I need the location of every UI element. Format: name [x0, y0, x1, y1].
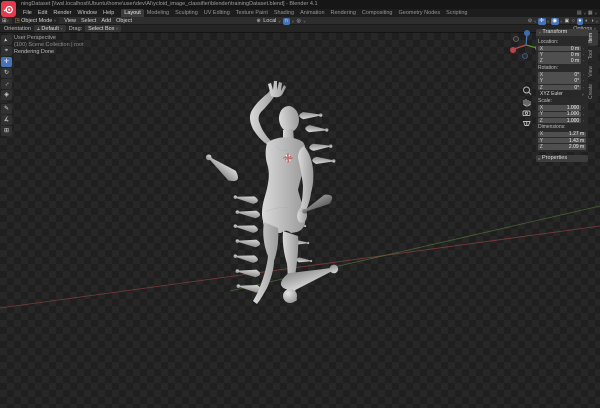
location-label: Location:: [538, 39, 586, 46]
rotation-x-field[interactable]: X0°: [538, 72, 581, 78]
tool-move[interactable]: ✛: [1, 57, 12, 67]
tool-measure[interactable]: ∡: [1, 115, 12, 125]
juggling-club[interactable]: [235, 267, 260, 278]
lock-icon[interactable]: ◦: [581, 52, 586, 58]
rotation-label: Rotation:: [538, 65, 586, 72]
tool-cursor[interactable]: ⌖: [1, 46, 12, 56]
collection-object-path: (100) Scene Collection | root: [14, 42, 84, 49]
rotation-y-field[interactable]: Y0°: [538, 78, 581, 84]
axis-line-x: [0, 226, 600, 308]
floating-juggling-club[interactable]: [203, 151, 241, 185]
dimensions-label: Dimensions:: [538, 124, 586, 131]
scale-y-field[interactable]: Y1.000: [538, 112, 581, 118]
zoom-icon[interactable]: [524, 87, 532, 95]
juggling-club[interactable]: [235, 237, 260, 248]
lock-icon[interactable]: ◦: [581, 72, 586, 78]
rotation-z-field[interactable]: Z0°: [538, 85, 581, 91]
gizmo-z-axis[interactable]: [524, 30, 530, 36]
juggling-club[interactable]: [236, 282, 261, 293]
juggling-club[interactable]: [235, 208, 260, 219]
blender-logo-icon: [1, 1, 16, 17]
left-toolbar: ➤ ⌖ ✛ ↻ ↔ ◈ ✎ ∡ ⊞: [1, 35, 12, 136]
mannequin-head: [278, 105, 301, 133]
juggling-club[interactable]: [309, 142, 333, 151]
dimensions-y-field[interactable]: Y1.43 m: [538, 138, 586, 144]
lock-icon[interactable]: ◦: [581, 105, 586, 111]
juggling-ball[interactable]: [283, 289, 297, 303]
juggling-club[interactable]: [233, 222, 259, 233]
sidebar-tab-create[interactable]: Create: [588, 81, 598, 102]
lock-icon[interactable]: ◦: [581, 112, 586, 118]
location-z-field[interactable]: Z0 m: [538, 58, 581, 64]
sidebar-tab-tool[interactable]: Tool: [588, 47, 598, 62]
tool-annotate[interactable]: ✎: [1, 104, 12, 114]
transform-panel-header[interactable]: ˅ Transform: [536, 29, 588, 36]
sidebar-tab-item[interactable]: Item: [588, 30, 598, 46]
scale-z-field[interactable]: Z1.000: [538, 118, 581, 124]
expand-caret-icon: ▸: [539, 155, 541, 162]
gizmo-axis-neg[interactable]: [514, 37, 519, 42]
rotation-mode-dropdown[interactable]: XYZ Euler˅: [538, 91, 586, 97]
dimensions-z-field[interactable]: Z2.09 m: [538, 144, 586, 150]
viewport-nav-buttons: [523, 87, 531, 126]
dimensions-x-field[interactable]: X1.27 m: [538, 132, 586, 138]
scene-canvas: [0, 0, 600, 408]
perspective-toggle-icon[interactable]: [524, 122, 531, 126]
viewport-overlay-text: User Perspective (100) Scene Collection …: [14, 35, 84, 56]
properties-panel-header[interactable]: ▸ Properties: [536, 155, 588, 162]
juggling-club[interactable]: [305, 125, 329, 134]
tool-transform[interactable]: ◈: [1, 90, 12, 100]
lock-icon[interactable]: ◦: [581, 118, 586, 124]
n-panel-sidebar: ˅ Transform Location: X0 m◦ Y0 m◦ Z0 m◦ …: [536, 29, 588, 162]
tool-scale[interactable]: ↔: [1, 79, 12, 89]
scale-label: Scale:: [538, 98, 586, 105]
juggling-club[interactable]: [296, 257, 312, 263]
location-y-field[interactable]: Y0 m: [538, 52, 581, 58]
view-name: User Perspective: [14, 35, 84, 42]
juggling-club[interactable]: [312, 157, 335, 165]
gizmo-z-neg[interactable]: [523, 54, 528, 59]
sidebar-tab-view[interactable]: View: [588, 63, 598, 80]
gizmo-x-axis[interactable]: [510, 47, 516, 53]
sidebar-tabs: Item Tool View Create: [588, 30, 599, 102]
render-status: Rendering Done: [14, 49, 84, 56]
juggling-clubs-left: [233, 193, 262, 293]
mannequin-raised-arm: [250, 89, 277, 145]
camera-view-icon[interactable]: [523, 111, 530, 116]
transform-panel-body: Location: X0 m◦ Y0 m◦ Z0 m◦ Rotation: X0…: [536, 36, 588, 152]
tool-select-box[interactable]: ➤: [1, 35, 12, 45]
juggling-club[interactable]: [233, 193, 259, 204]
tool-add-cube[interactable]: ⊞: [1, 126, 12, 136]
pan-hand-icon[interactable]: [524, 99, 531, 106]
location-x-field[interactable]: X0 m: [538, 46, 581, 52]
scale-x-field[interactable]: X1.000: [538, 105, 581, 111]
juggling-club[interactable]: [233, 252, 259, 263]
collapse-caret-icon: ˅: [539, 29, 541, 36]
lock-icon[interactable]: ◦: [581, 85, 586, 91]
lock-icon[interactable]: ◦: [581, 58, 586, 64]
lock-icon[interactable]: ◦: [581, 46, 586, 52]
lock-icon[interactable]: ◦: [581, 78, 586, 84]
juggling-club[interactable]: [299, 111, 322, 119]
tool-rotate[interactable]: ↻: [1, 68, 12, 78]
blender-window: ningDataset [\\wsl.localhost\Ubuntu\home…: [0, 0, 600, 408]
